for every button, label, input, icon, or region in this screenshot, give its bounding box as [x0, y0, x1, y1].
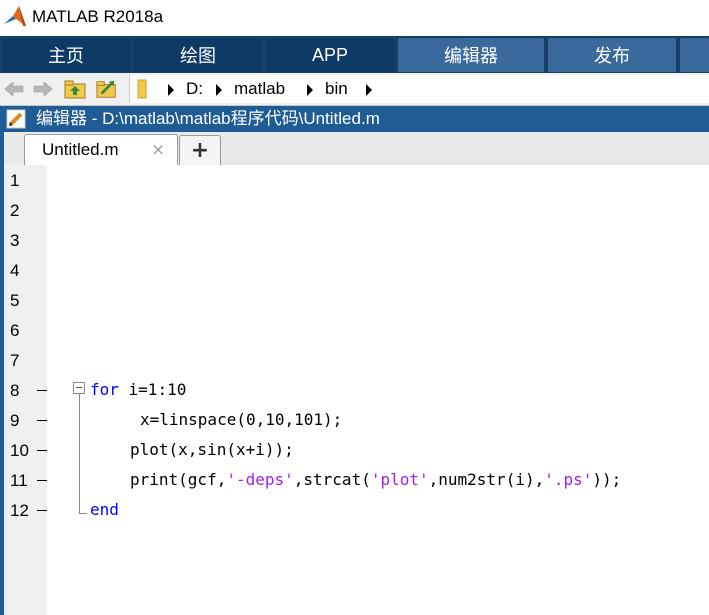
line-number: 12 — [10, 501, 29, 520]
line-number: 6 — [10, 321, 20, 340]
title-bar: MATLAB R2018a — [0, 0, 709, 36]
browse-folder-icon — [96, 80, 116, 98]
editor-header: 编辑器 - D:\matlab\matlab程序代码\Untitled.m — [0, 106, 709, 132]
code-text: )); — [592, 470, 622, 489]
code-line-11[interactable]: print(gcf,'-deps',strcat('plot',num2str(… — [130, 470, 621, 490]
window-title: MATLAB R2018a — [32, 7, 164, 26]
tab-editor[interactable]: 编辑器 — [398, 38, 544, 72]
browse-folder-button[interactable] — [96, 78, 118, 100]
breakpoint-marker[interactable] — [37, 510, 47, 511]
path-field[interactable]: D: matlab bin — [129, 75, 709, 103]
editor-pencil-icon — [6, 109, 26, 129]
code-fold-guide — [79, 394, 80, 514]
tab-publish[interactable]: 发布 — [548, 38, 676, 72]
breakpoint-marker[interactable] — [37, 450, 47, 451]
code-fold-end — [79, 513, 87, 514]
back-arrow-icon — [4, 81, 24, 97]
line-number: 1 — [10, 171, 20, 190]
breadcrumb-separator-icon — [307, 84, 313, 96]
tab-home-label: 主页 — [48, 46, 84, 66]
close-tab-icon[interactable]: × — [151, 140, 165, 160]
breakpoint-marker[interactable] — [37, 420, 47, 421]
line-number: 3 — [10, 231, 20, 250]
breadcrumb-separator-icon — [366, 84, 372, 96]
code-line-8[interactable]: for i=1:10 — [90, 380, 186, 400]
code-text: ,strcat( — [293, 470, 371, 489]
keyword-end: end — [90, 500, 119, 519]
address-bar: D: matlab bin — [0, 73, 709, 106]
code-text: i=1:10 — [118, 380, 187, 399]
breadcrumb-separator-icon — [168, 84, 174, 96]
document-tab-bar: Untitled.m × + — [0, 132, 709, 166]
plus-icon: + — [190, 138, 210, 163]
line-number: 2 — [10, 201, 20, 220]
forward-arrow-icon — [33, 81, 53, 97]
toolstrip-tabs: 主页 绘图 APP 编辑器 发布 — [0, 36, 709, 73]
code-line-9[interactable]: x=linspace(0,10,101); — [140, 410, 342, 430]
line-number: 8 — [10, 381, 20, 400]
folder-icon — [137, 79, 147, 99]
up-folder-button[interactable] — [64, 78, 86, 100]
matlab-logo-icon — [4, 6, 26, 26]
string-literal: '.ps' — [544, 470, 593, 489]
breadcrumb-drive[interactable]: D: — [186, 79, 203, 99]
breakpoint-marker[interactable] — [37, 390, 47, 391]
breadcrumb-matlab[interactable]: matlab — [234, 79, 285, 99]
code-text: plot(x,sin(x+i)); — [130, 440, 294, 459]
breadcrumb-separator-icon — [216, 84, 222, 96]
string-literal: '-deps' — [226, 470, 294, 489]
keyword-for: for — [90, 380, 119, 399]
line-number-gutter: 1 2 3 4 5 6 7 8 9 10 11 12 — [4, 165, 47, 615]
code-fold-toggle-icon[interactable] — [73, 382, 85, 394]
code-text: print(gcf, — [130, 470, 227, 489]
breakpoint-marker[interactable] — [37, 480, 47, 481]
tab-apps-label: APP — [311, 44, 349, 65]
tab-plots-label: 绘图 — [180, 46, 216, 66]
forward-button[interactable] — [32, 78, 54, 100]
tab-untitled-m-label: Untitled.m — [42, 140, 119, 159]
line-number: 10 — [10, 441, 29, 460]
tab-publish-label: 发布 — [594, 46, 630, 66]
line-number: 7 — [10, 351, 20, 370]
line-number: 9 — [10, 411, 20, 430]
line-number: 11 — [10, 471, 28, 490]
tab-editor-label: 编辑器 — [444, 46, 498, 66]
code-text: ,num2str(i), — [428, 470, 545, 489]
breadcrumb-bin[interactable]: bin — [325, 79, 348, 99]
up-folder-icon — [64, 80, 86, 99]
back-button[interactable] — [3, 78, 25, 100]
code-line-10[interactable]: plot(x,sin(x+i)); — [130, 440, 294, 460]
tab-plots[interactable]: 绘图 — [134, 38, 262, 72]
line-number: 5 — [10, 291, 20, 310]
new-tab-button[interactable]: + — [179, 135, 221, 165]
tab-untitled-m[interactable]: Untitled.m × — [24, 134, 178, 166]
tab-home[interactable]: 主页 — [2, 38, 130, 72]
line-number: 4 — [10, 261, 20, 280]
editor-title: 编辑器 - D:\matlab\matlab程序代码\Untitled.m — [36, 109, 380, 128]
code-line-12[interactable]: end — [90, 500, 119, 520]
tab-overflow[interactable] — [680, 38, 709, 72]
code-text: x=linspace(0,10,101); — [140, 410, 343, 429]
string-literal: 'plot' — [370, 470, 429, 489]
tab-apps[interactable]: APP — [266, 38, 394, 72]
